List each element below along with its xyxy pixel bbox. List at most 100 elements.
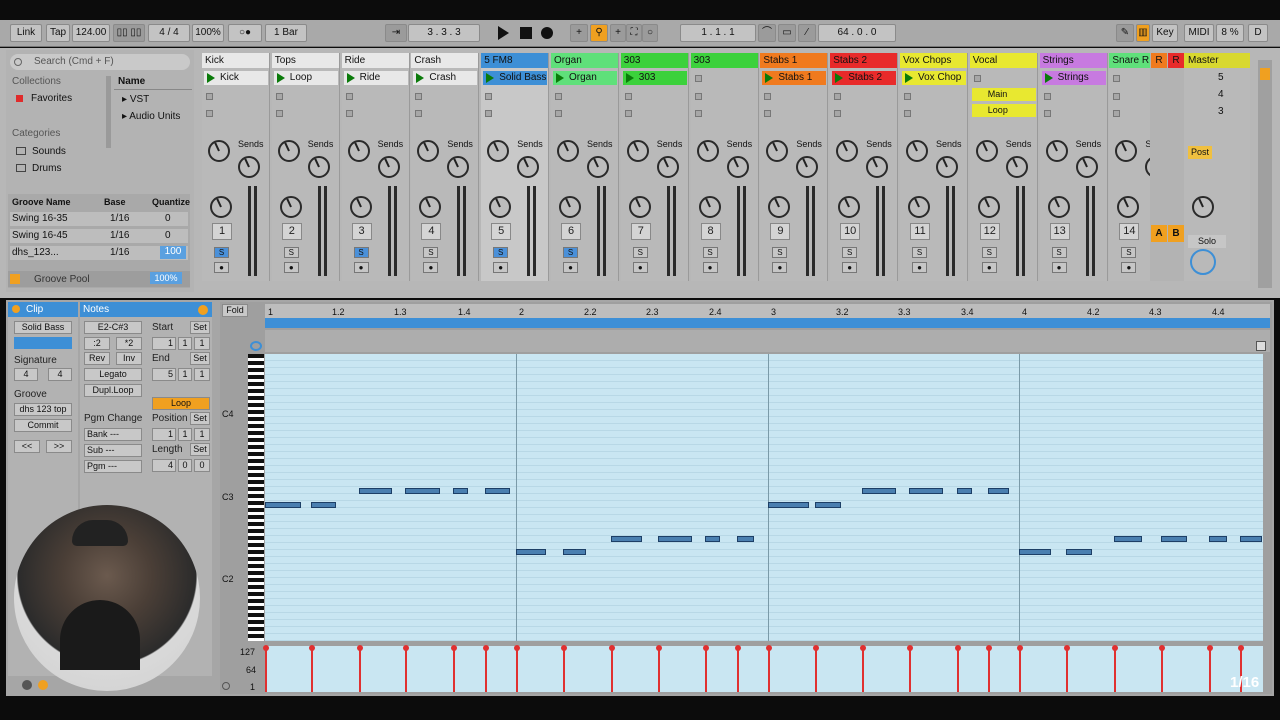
table-row[interactable]: Swing 16-45 1/16 0 (10, 229, 188, 243)
clip-slot[interactable]: Main (971, 88, 1036, 101)
track-header[interactable]: Vocal (969, 53, 1037, 68)
send-b-knob[interactable] (238, 156, 260, 178)
velocity-marker[interactable] (656, 645, 662, 692)
track-activator-button[interactable]: 6 (561, 223, 581, 240)
empty-slot-icon[interactable] (485, 93, 493, 100)
track-activator-button[interactable]: 3 (351, 223, 372, 240)
clip-slot[interactable]: Ride (343, 71, 408, 85)
solo-button[interactable]: S (353, 247, 369, 258)
length-bar[interactable]: 4 (152, 459, 176, 472)
pan-knob[interactable] (349, 196, 372, 218)
arm-button[interactable]: ● (214, 262, 229, 273)
return-b-header[interactable]: R (1168, 53, 1184, 68)
empty-slot-icon[interactable] (764, 93, 772, 100)
send-a-knob[interactable] (696, 140, 719, 162)
track-header[interactable]: Tops (271, 53, 339, 68)
midi-note[interactable] (815, 502, 841, 508)
arm-button[interactable]: ● (423, 262, 439, 273)
arm-button[interactable]: ● (912, 262, 927, 273)
overdub-icon[interactable]: + (570, 24, 588, 42)
record-icon[interactable] (541, 27, 553, 39)
solo-button[interactable]: S (214, 247, 229, 258)
empty-slot-icon[interactable] (206, 110, 213, 117)
send-b-knob[interactable] (866, 156, 889, 178)
send-a-knob[interactable] (417, 140, 440, 162)
groove-dropdown[interactable]: dhs 123 top (14, 403, 72, 416)
velocity-marker[interactable] (986, 645, 992, 692)
empty-slot-icon[interactable] (415, 110, 423, 117)
send-a-knob[interactable] (487, 140, 510, 162)
clip-color-dropdown[interactable] (14, 337, 72, 349)
track-header[interactable]: Vox Chops (900, 53, 967, 68)
duplicate-loop-button[interactable]: Dupl.Loop (84, 384, 142, 397)
arm-button[interactable]: ● (283, 262, 299, 273)
solo-button[interactable]: S (772, 247, 788, 258)
start-beat[interactable]: 1 (178, 337, 192, 350)
midi-note[interactable] (1161, 536, 1187, 542)
midi-note[interactable] (516, 549, 546, 555)
arrangement-position[interactable]: 3 . 3 . 3 (408, 24, 480, 42)
track-header[interactable]: Kick (202, 53, 269, 68)
midi-note[interactable] (453, 488, 468, 494)
midi-note[interactable] (563, 549, 586, 555)
track-header[interactable]: 303 (690, 53, 758, 68)
pan-knob[interactable] (977, 196, 1000, 218)
track-activator-button[interactable]: 2 (281, 223, 302, 240)
session-view-icon[interactable] (1260, 68, 1270, 80)
pan-knob[interactable] (419, 196, 442, 218)
solo-button[interactable]: S (493, 247, 509, 258)
key-map-button[interactable]: Key (1152, 24, 1178, 42)
track-header[interactable]: 5 FM8 (481, 53, 549, 68)
arm-button[interactable]: ● (981, 262, 997, 273)
search-input[interactable]: Search (Cmd + F) (10, 54, 190, 70)
nudge-buttons[interactable]: ▯▯ ▯▯ (113, 24, 145, 42)
midi-note[interactable] (485, 488, 510, 494)
pan-knob[interactable] (489, 196, 512, 218)
empty-slot-icon[interactable] (485, 110, 493, 117)
loop-button[interactable]: Loop (152, 397, 210, 410)
track-activator-button[interactable]: 8 (700, 223, 721, 240)
track-activator-button[interactable]: 5 (491, 223, 512, 240)
solo-button[interactable]: S (912, 247, 927, 258)
groove-row-base[interactable]: 1/16 (110, 213, 129, 224)
note-grid[interactable] (265, 354, 1263, 641)
velocity-marker[interactable] (860, 645, 866, 692)
bank-field[interactable]: Bank --- (84, 428, 142, 441)
automation-arm-icon[interactable]: ⚲ (590, 24, 608, 42)
midi-note[interactable] (658, 536, 692, 542)
groove-row-base[interactable]: 1/16 (110, 230, 129, 241)
midi-note[interactable] (909, 488, 943, 494)
send-a-knob[interactable] (277, 140, 300, 162)
midi-note[interactable] (611, 536, 642, 542)
send-b-knob[interactable] (447, 156, 470, 178)
send-b-knob[interactable] (307, 156, 330, 178)
session-record-icon[interactable]: ⛶ (626, 24, 642, 42)
send-b-knob[interactable] (726, 156, 749, 178)
end-beat[interactable]: 1 (178, 368, 192, 381)
pan-knob[interactable] (1117, 196, 1140, 218)
track-activator-button[interactable]: 9 (770, 223, 791, 240)
clip-slot[interactable]: Vox Chop (902, 71, 966, 85)
solo-button[interactable]: S (563, 247, 578, 258)
track-activator-button[interactable]: 12 (979, 223, 1000, 240)
sub-field[interactable]: Sub --- (84, 444, 142, 457)
send-b-knob[interactable] (1005, 156, 1028, 178)
arm-button[interactable]: ● (702, 262, 718, 273)
empty-slot-icon[interactable] (1043, 93, 1051, 100)
draw-mode-icon[interactable]: ✎ (1116, 24, 1134, 42)
length-set-button[interactable]: Set (190, 443, 210, 456)
length-beat[interactable]: 0 (178, 459, 192, 472)
send-b-knob[interactable] (656, 156, 679, 178)
track-activator-button[interactable]: 4 (421, 223, 442, 240)
velocity-play-icon[interactable] (222, 682, 230, 690)
send-a-knob[interactable] (836, 140, 859, 162)
solo-button[interactable]: S (842, 247, 858, 258)
solo-button[interactable]: S (283, 247, 299, 258)
start-marker-icon[interactable] (250, 341, 262, 351)
empty-slot-icon[interactable] (275, 110, 283, 117)
velocity-marker[interactable] (609, 645, 615, 692)
send-b-knob[interactable] (1075, 156, 1098, 178)
note-range-field[interactable]: E2-C#3 (84, 321, 142, 334)
velocity-marker[interactable] (1017, 645, 1023, 692)
crossfade-b-button[interactable]: B (1168, 225, 1184, 242)
